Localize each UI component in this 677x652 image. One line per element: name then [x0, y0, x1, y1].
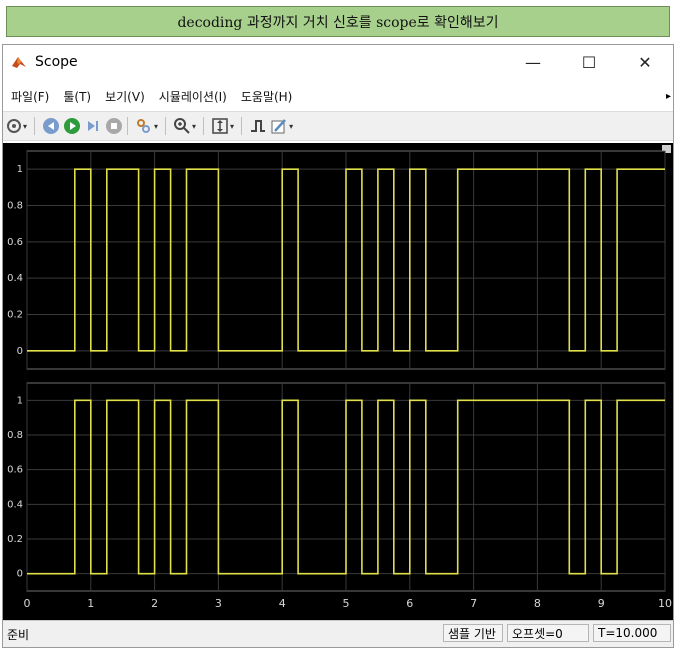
close-icon: ✕ — [638, 52, 652, 72]
y-tick-label: 0.2 — [7, 534, 23, 545]
minimize-icon: — — [525, 52, 541, 72]
style-dropdown-icon[interactable]: ▾ — [289, 122, 293, 131]
caption-text: decoding 과정까지 거치 신호를 scope로 확인해보기 — [177, 14, 499, 31]
stop-button[interactable] — [105, 116, 123, 136]
y-tick-label: 0 — [17, 569, 23, 580]
x-tick-label: 0 — [24, 597, 31, 610]
stop-icon — [106, 118, 123, 134]
x-tick-label: 10 — [658, 597, 672, 610]
matlab-logo-icon — [12, 57, 26, 68]
toolbar-separator — [165, 117, 167, 135]
x-tick-label: 8 — [534, 597, 541, 610]
y-tick-label: 0.4 — [7, 499, 23, 510]
y-tick-label: 0.8 — [7, 201, 23, 212]
scope-plots: 00.20.40.60.8100.20.40.60.810 1 2 3 4 5 6 7 8 9 10 — [7, 145, 672, 610]
y-tick-label: 0.8 — [7, 430, 23, 441]
step-forward-icon — [88, 121, 99, 131]
run-button[interactable] — [63, 116, 81, 136]
toolbar-separator — [241, 117, 243, 135]
status-bar: 준비 샘플 기반 오프셋=0 T=10.000 — [3, 620, 673, 647]
y-tick-label: 0.6 — [7, 465, 23, 476]
triggers-icon — [251, 120, 266, 132]
minimize-button[interactable]: — — [505, 45, 561, 79]
menu-bar: 파일(F) 툴(T) 보기(V) 시뮬레이션(I) 도움말(H) — [3, 85, 673, 107]
style-icon — [271, 119, 286, 134]
highlight-button[interactable] — [135, 116, 153, 136]
menu-simulation[interactable]: 시뮬레이션(I) — [159, 88, 227, 105]
step-back-icon — [43, 118, 60, 134]
style-button[interactable] — [270, 116, 288, 136]
menu-help[interactable]: 도움말(H) — [241, 88, 293, 105]
time-indicator: T=10.000 — [593, 624, 671, 642]
maximize-button[interactable]: ☐ — [561, 45, 617, 79]
x-tick-label: 4 — [279, 597, 286, 610]
zoom-dropdown-icon[interactable]: ▾ — [192, 122, 196, 131]
window-title: Scope — [35, 54, 78, 70]
x-tick-label: 1 — [87, 597, 94, 610]
x-tick-label: 2 — [151, 597, 158, 610]
menu-overflow-icon[interactable]: ▸ — [666, 91, 671, 102]
menu-file[interactable]: 파일(F) — [11, 88, 49, 105]
toolbar-separator — [34, 117, 36, 135]
offset-indicator: 오프셋=0 — [507, 624, 589, 642]
caption-banner: decoding 과정까지 거치 신호를 scope로 확인해보기 — [6, 6, 670, 37]
y-tick-label: 0 — [17, 346, 23, 357]
y-tick-label: 0.4 — [7, 273, 23, 284]
run-icon — [64, 118, 81, 134]
toolbar-separator — [203, 117, 205, 135]
maximize-icon: ☐ — [581, 52, 597, 72]
sample-based-indicator: 샘플 기반 — [443, 624, 503, 642]
menu-view[interactable]: 보기(V) — [105, 88, 145, 105]
x-tick-label: 6 — [406, 597, 413, 610]
plot-area: 0 0.2 0.4 0.6 0.8 1 0 0.2 0.4 0.6 0.8 1 0 1 2 3 4 5 6 7 8 9 10 — [3, 143, 673, 623]
zoom-button[interactable] — [173, 116, 191, 136]
x-tick-label: 3 — [215, 597, 222, 610]
scale-axes-icon — [212, 118, 228, 134]
x-tick-label: 9 — [598, 597, 605, 610]
zoom-icon — [174, 118, 190, 134]
settings-icon — [7, 119, 21, 133]
x-tick-label: 7 — [470, 597, 477, 610]
toolbar-separator — [127, 117, 129, 135]
settings-button[interactable] — [6, 116, 22, 136]
status-ready-text: 준비 — [7, 628, 30, 642]
toolbar: ▾ ▾ ▾ ▾ ▾ — [3, 111, 673, 141]
scale-axes-dropdown-icon[interactable]: ▾ — [230, 122, 234, 131]
y-tick-label: 1 — [17, 164, 23, 175]
y-tick-label: 0.6 — [7, 237, 23, 248]
triggers-button[interactable] — [249, 116, 267, 136]
close-button[interactable]: ✕ — [617, 45, 673, 79]
step-forward-button[interactable] — [84, 116, 102, 136]
scope-window: Scope — ☐ ✕ 파일(F) 툴(T) 보기(V) 시뮬레이션(I) 도움… — [2, 44, 674, 648]
highlight-icon — [137, 119, 151, 133]
menu-tools[interactable]: 툴(T) — [63, 88, 91, 105]
title-bar[interactable]: Scope — ☐ ✕ — [3, 45, 673, 79]
x-tick-label: 5 — [343, 597, 350, 610]
step-back-button[interactable] — [42, 116, 60, 136]
scale-axes-button[interactable] — [211, 116, 229, 136]
settings-dropdown-icon[interactable]: ▾ — [23, 122, 27, 131]
highlight-dropdown-icon[interactable]: ▾ — [154, 122, 158, 131]
y-tick-label: 0.2 — [7, 310, 23, 321]
y-tick-label: 1 — [17, 395, 23, 406]
